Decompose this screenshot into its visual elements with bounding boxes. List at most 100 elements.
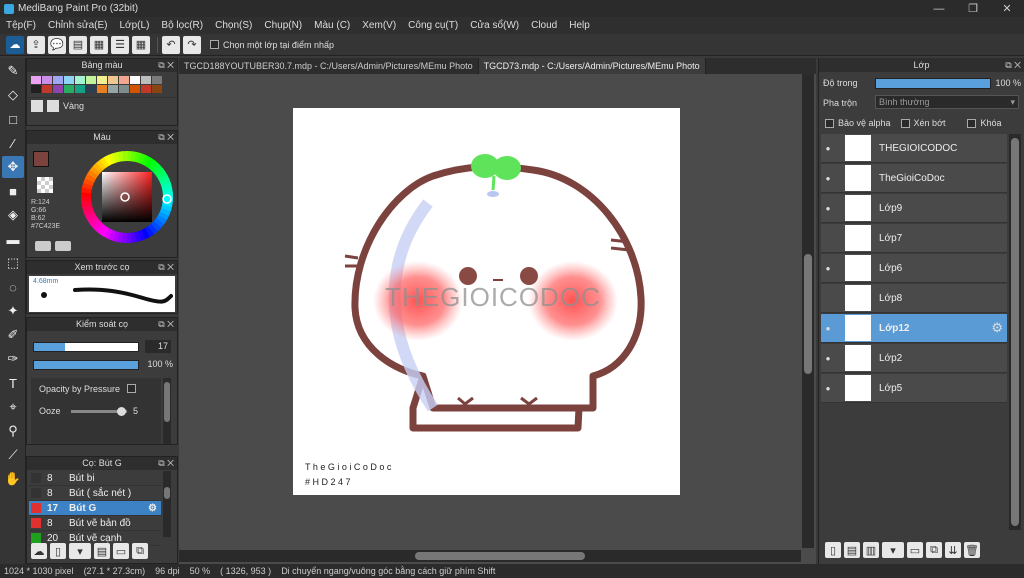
canvas-horizontal-scrollbar[interactable] [179,550,801,562]
bucket-tool-icon[interactable]: ◈ [2,204,24,226]
message-icon[interactable]: ▤ [69,35,87,54]
transparent-color-swatch[interactable] [37,177,53,193]
menu-window[interactable]: Cửa sổ(W) [464,20,525,31]
color-swatch[interactable] [141,85,151,93]
brush-size-slider[interactable] [33,342,139,352]
layer-item[interactable]: ● Lớp2 [821,344,1007,373]
color-swatch[interactable] [31,76,41,84]
text-tool-icon[interactable]: T [2,372,24,394]
layer-item[interactable]: ● THEGIOICODOC [821,134,1007,163]
layer-item[interactable]: ● Lớp12 ⚙ [821,314,1007,343]
visibility-icon[interactable]: ● [821,204,835,213]
brush-item[interactable]: 8 Bút vẽ bản đồ [29,516,161,531]
layer-item[interactable]: Lớp7 [821,224,1007,253]
brush-add-icon[interactable]: ▾ [69,543,91,559]
visibility-icon[interactable]: ● [821,384,835,393]
color-swatch[interactable] [86,76,96,84]
eraser-tool-icon[interactable]: ◇ [2,84,24,106]
select-layer-option[interactable]: Chọn một lớp tại điểm nhấp [210,40,334,50]
select-tool-icon[interactable]: ⬚ [2,252,24,274]
add-layer-menu-icon[interactable]: ▾ [882,542,904,558]
rectangle-tool-icon[interactable]: □ [2,108,24,130]
move-tool-icon[interactable]: ✥ [2,156,24,178]
protect-alpha-checkbox[interactable] [825,118,834,128]
menu-view[interactable]: Xem(V) [356,20,402,31]
menu-help[interactable]: Help [563,20,596,31]
color-swatch[interactable] [97,85,107,93]
brush-item[interactable]: 8 Bút ( sắc nét ) [29,486,161,501]
visibility-icon[interactable]: ● [821,354,835,363]
tab-document-1[interactable]: TGCD188YOUTUBER30.7.mdp - C:/Users/Admin… [179,58,479,74]
visibility-icon[interactable]: ● [821,144,835,153]
color-swatch[interactable] [64,76,74,84]
dropper-tool-icon[interactable]: ⚲ [2,420,24,442]
share-icon[interactable]: ⇪ [27,35,45,54]
ooze-slider[interactable] [71,407,127,416]
color-swatch[interactable] [42,85,52,93]
color-swatch[interactable] [152,76,162,84]
brush-size-value[interactable]: 17 [145,340,171,353]
brush-folder-icon[interactable]: ▭ [113,543,129,559]
panel-controls-icon[interactable]: ⧉ ✕ [158,457,174,470]
dot-tool-icon[interactable]: ⁄ [2,132,24,154]
color-swatch[interactable] [152,85,162,93]
document-icon[interactable]: ▦ [90,35,108,54]
panel-controls-icon[interactable]: ⧉ ✕ [158,318,174,331]
undo-icon[interactable]: ↶ [162,35,180,54]
grid-icon[interactable]: ▦ [132,35,150,54]
color-swatch[interactable] [108,85,118,93]
panel-controls-icon[interactable]: ⧉ ✕ [158,131,174,144]
color-swatch[interactable] [97,76,107,84]
color-swatch[interactable] [53,76,63,84]
menu-color[interactable]: Màu (C) [308,20,356,31]
canvas-vertical-scrollbar[interactable] [802,74,814,548]
menu-select[interactable]: Chọn(S) [209,20,258,31]
brush-opacity-slider[interactable] [33,360,139,370]
select-pen-icon[interactable]: ✐ [2,324,24,346]
color-swatch[interactable] [53,85,63,93]
magic-wand-icon[interactable]: ✦ [2,300,24,322]
layer-item[interactable]: ● Lớp5 [821,374,1007,403]
cloud-icon[interactable]: ☁ [6,35,24,54]
color-swatch[interactable] [130,85,140,93]
layer-folder-icon[interactable]: ▭ [907,542,923,558]
panel-controls-icon[interactable]: ⧉ ✕ [158,59,174,72]
menu-edit[interactable]: Chỉnh sửa(E) [42,20,114,31]
visibility-icon[interactable]: ● [821,264,835,273]
color-swatch[interactable] [119,76,129,84]
layer-item[interactable]: ● Lớp9 [821,194,1007,223]
menu-layer[interactable]: Lớp(L) [114,20,156,31]
tab-document-2[interactable]: TGCD73.mdp - C:/Users/Admin/Pictures/MEm… [478,58,706,74]
color-mode-icon[interactable] [35,241,51,251]
blend-mode-select[interactable]: Bình thường ▾ [875,95,1019,109]
close-button[interactable]: ✕ [990,0,1024,17]
color-swatch[interactable] [108,76,118,84]
merge-layer-icon[interactable]: ⇊ [945,542,961,558]
layer-list-scrollbar[interactable] [1009,134,1021,530]
color-swatch[interactable] [119,85,129,93]
menu-file[interactable]: Tệp(F) [0,20,42,31]
select-eraser-icon[interactable]: ✑ [2,348,24,370]
lasso-tool-icon[interactable]: ◌ [2,276,24,298]
layer-item[interactable]: Lớp8 [821,284,1007,313]
brush-item[interactable]: 17 Bút G ⚙ [29,501,161,516]
color-swatch[interactable] [42,76,52,84]
gear-icon[interactable]: ⚙ [991,320,1003,336]
redo-icon[interactable]: ↷ [183,35,201,54]
brush-duplicate-icon[interactable]: ⧉ [132,543,148,559]
color-swatch[interactable] [64,85,74,93]
color-swatch[interactable] [130,76,140,84]
menu-tools[interactable]: Công cụ(T) [402,20,464,31]
brush-control-scrollbar[interactable] [163,378,171,444]
menu-filter[interactable]: Bộ lọc(R) [155,20,209,31]
brush-list-scrollbar[interactable] [163,471,171,537]
select-layer-checkbox[interactable] [210,40,219,49]
maximize-button[interactable]: ❐ [956,0,990,17]
brush-item[interactable]: 8 Bút bi [29,471,161,486]
minimize-button[interactable]: — [922,0,956,17]
color-swatch[interactable] [31,85,41,93]
brush-copy-icon[interactable]: ▤ [94,543,110,559]
visibility-icon[interactable]: ● [821,174,835,183]
layer-item[interactable]: ● Lớp6 [821,254,1007,283]
color-swatch[interactable] [75,76,85,84]
